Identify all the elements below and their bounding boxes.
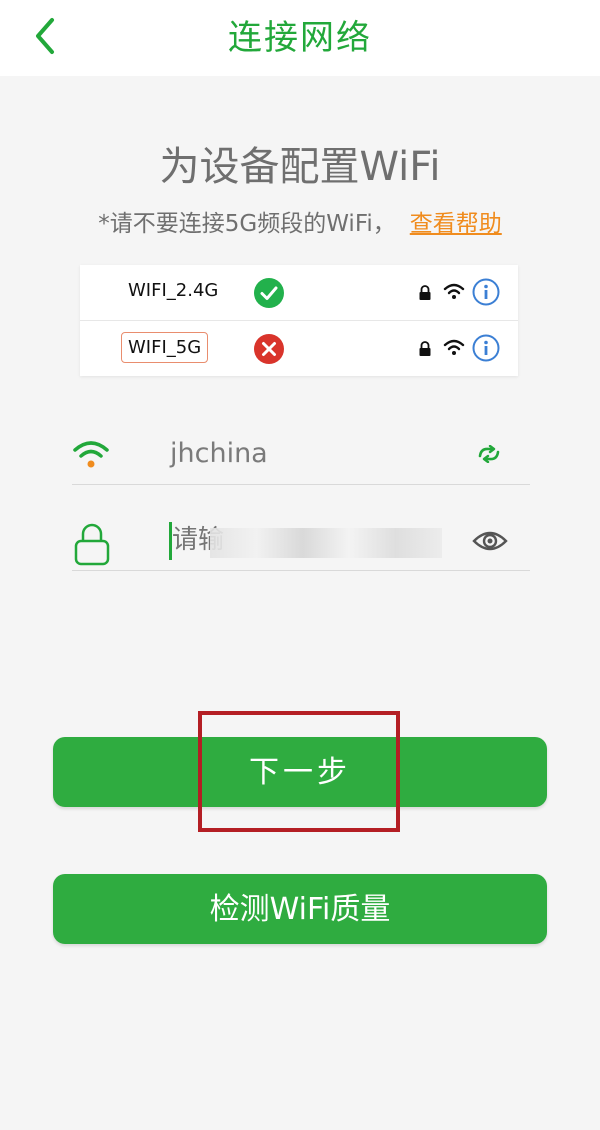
lock-icon: [419, 341, 431, 356]
info-icon[interactable]: [472, 334, 500, 362]
eye-icon[interactable]: [472, 528, 508, 554]
wifi-signal-icon: [443, 283, 465, 299]
wifi-ssid: WIFI_2.4G: [128, 280, 219, 301]
notice-text: *请不要连接5G频段的WiFi，: [98, 211, 396, 237]
check-circle-icon: [254, 278, 284, 308]
check-wifi-quality-button[interactable]: 检测WiFi质量: [53, 874, 547, 944]
page-title: 连接网络: [228, 18, 372, 58]
lock-icon: [419, 285, 431, 300]
wifi-ssid-field[interactable]: jhchina: [72, 420, 530, 485]
wifi-example-row: WIFI_5G: [80, 321, 518, 376]
wifi-icon: [73, 441, 109, 468]
lock-icon: [74, 523, 110, 566]
wifi-example-row: WIFI_2.4G: [80, 265, 518, 321]
refresh-icon[interactable]: [476, 445, 502, 463]
password-field[interactable]: [72, 506, 530, 571]
x-circle-icon: [254, 334, 284, 364]
notice: *请不要连接5G频段的WiFi， 查看帮助: [0, 204, 600, 238]
config-heading: 为设备配置WiFi: [159, 144, 441, 190]
obscured-text: [210, 528, 442, 558]
help-link[interactable]: 查看帮助: [410, 211, 502, 237]
wifi-example-list: WIFI_2.4G WIFI_5G: [80, 265, 518, 376]
wifi-ssid: WIFI_5G: [121, 332, 209, 363]
top-bar: 连接网络: [0, 0, 600, 76]
next-step-button[interactable]: 下一步: [53, 737, 547, 807]
ssid-value: jhchina: [170, 438, 268, 469]
info-icon[interactable]: [472, 278, 500, 306]
wifi-signal-icon: [443, 339, 465, 355]
